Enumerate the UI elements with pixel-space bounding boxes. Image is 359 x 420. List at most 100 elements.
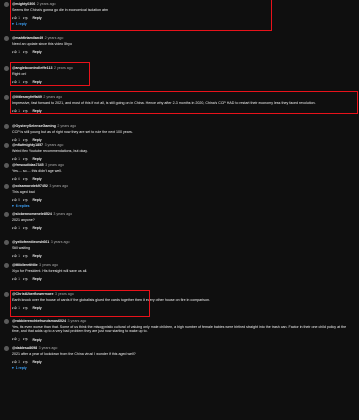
- avatar[interactable]: [4, 163, 9, 168]
- comment-timestamp[interactable]: 3 years ago: [45, 163, 64, 167]
- avatar[interactable]: [4, 184, 9, 189]
- comment-timestamp[interactable]: 3 years ago: [45, 143, 64, 147]
- comment-author[interactable]: @OysterySelenseGaming: [12, 124, 56, 128]
- thumb-up-icon[interactable]: 👍︎: [12, 336, 17, 341]
- avatar[interactable]: [4, 346, 9, 351]
- avatar[interactable]: [4, 143, 9, 148]
- thumb-down-icon[interactable]: 👎︎: [23, 336, 27, 341]
- avatar[interactable]: [4, 292, 9, 297]
- comment-author-line: @OysterySelenseGaming 2 years ago: [12, 124, 353, 128]
- avatar[interactable]: [4, 212, 9, 217]
- comment-text: Weird flex Youtube recommendations, but …: [12, 148, 88, 153]
- comment-author-line: @frescudidas7345 3 years ago: [12, 163, 353, 167]
- comment-item: @cdsamorotek97452 3 years ago This aged ba…: [4, 184, 353, 208]
- comment-actions: 👍︎ 1 👎︎ Reply: [12, 49, 353, 54]
- comment-item: @frescudidas7345 3 years ago Yes.... so...…: [4, 163, 353, 181]
- comment-timestamp[interactable]: 2 years ago: [57, 124, 76, 128]
- like-count: 6: [18, 176, 20, 181]
- reply-button[interactable]: Reply: [32, 138, 41, 142]
- avatar[interactable]: [4, 240, 9, 245]
- thumb-up-icon[interactable]: 👍︎: [12, 253, 17, 258]
- like-count: 1: [18, 253, 20, 258]
- avatar[interactable]: [4, 66, 9, 71]
- avatar[interactable]: [4, 36, 9, 41]
- thumb-up-icon[interactable]: 👍︎: [12, 225, 17, 230]
- comment-author[interactable]: @yellofreedieorsh661: [12, 240, 49, 244]
- avatar[interactable]: [4, 95, 9, 100]
- comment-timestamp[interactable]: 3 years ago: [51, 240, 70, 244]
- comment-author[interactable]: @nflufmighty1857: [12, 143, 43, 147]
- like-count: 3: [18, 359, 20, 364]
- comment-item: @yellofreedieorsh661 3 years ago Still wai…: [4, 240, 353, 258]
- comment-text: Yes, its even worse than that. Some of u…: [12, 324, 347, 334]
- comment-item: @mahfirtamilan49 2 years ago Need an updat…: [4, 36, 353, 54]
- comment-author[interactable]: @slobennomenele8524: [12, 212, 52, 216]
- like-count: 1: [18, 49, 20, 54]
- reply-button[interactable]: Reply: [32, 254, 41, 258]
- reply-button[interactable]: Reply: [32, 198, 41, 202]
- reply-button[interactable]: Reply: [32, 157, 41, 161]
- reply-button[interactable]: Reply: [32, 338, 41, 342]
- thumb-down-icon[interactable]: 👎︎: [23, 156, 27, 161]
- reply-button[interactable]: Reply: [32, 177, 41, 181]
- thumb-down-icon[interactable]: 👎︎: [23, 197, 27, 202]
- comment-author[interactable]: @robbierenchtefrundsmos6024: [12, 319, 66, 323]
- view-replies-button[interactable]: ▾ 6 replies: [12, 204, 353, 208]
- like-count: 1: [18, 276, 20, 281]
- thumb-down-icon[interactable]: 👎︎: [23, 359, 27, 364]
- comment-author[interactable]: @frescudidas7345: [12, 163, 44, 167]
- reply-button[interactable]: Reply: [32, 360, 41, 364]
- avatar[interactable]: [4, 319, 9, 324]
- comment-text: Still waiting: [12, 245, 30, 250]
- chevron-down-icon: ▾: [12, 204, 14, 209]
- replies-count-label: 6 replies: [15, 204, 30, 209]
- comment-text: CCP is still young but as of right now t…: [12, 129, 133, 134]
- highlight-box: [10, 290, 150, 317]
- comment-timestamp[interactable]: 3 years ago: [53, 212, 72, 216]
- thumb-down-icon[interactable]: 👎︎: [23, 276, 27, 281]
- avatar[interactable]: [4, 263, 9, 268]
- thumb-up-icon[interactable]: 👍︎: [12, 276, 17, 281]
- reply-button[interactable]: Reply: [32, 277, 41, 281]
- comment-timestamp[interactable]: 3 years ago: [39, 346, 58, 350]
- comment-timestamp[interactable]: 3 years ago: [68, 319, 87, 323]
- thumb-down-icon[interactable]: 👎︎: [23, 253, 27, 258]
- comment-actions: 👍︎ 6 👎︎ Reply: [12, 176, 353, 181]
- comment-item: @OysterySelenseGaming 2 years ago CCP is s…: [4, 124, 353, 142]
- comment-author[interactable]: @dablesu8698: [12, 346, 37, 350]
- comment-actions: 👍︎ 1 👎︎ Reply: [12, 225, 353, 230]
- like-count: 5: [18, 197, 20, 202]
- thumb-up-icon[interactable]: 👍︎: [12, 137, 17, 142]
- comment-author[interactable]: @cdsamorotek97452: [12, 184, 48, 188]
- thumb-up-icon[interactable]: 👍︎: [12, 197, 17, 202]
- comment-timestamp[interactable]: 3 years ago: [39, 263, 58, 267]
- reply-button[interactable]: Reply: [32, 226, 41, 230]
- comment-author-line: @Mildleretittlie 3 years ago: [12, 263, 353, 267]
- thumb-up-icon[interactable]: 👍︎: [12, 156, 17, 161]
- comment-author[interactable]: @mahfirtamilan49: [12, 36, 43, 40]
- comment-item: @Mildleretittlie 3 years ago Xiyo for Pres…: [4, 263, 353, 281]
- comment-timestamp[interactable]: 3 years ago: [49, 184, 68, 188]
- thumb-up-icon[interactable]: 👍︎: [12, 49, 17, 54]
- avatar[interactable]: [4, 2, 9, 7]
- comment-actions: 👍︎ 2 👎︎ Reply: [12, 336, 353, 342]
- comment-actions: 👍︎ 5 👎︎ Reply: [12, 197, 353, 202]
- thumb-down-icon[interactable]: 👎︎: [23, 225, 27, 230]
- thumb-up-icon[interactable]: 👍︎: [12, 359, 17, 364]
- view-replies-button[interactable]: ▾ 1 reply: [12, 366, 353, 370]
- thumb-up-icon[interactable]: 👍︎: [12, 176, 17, 181]
- reply-button[interactable]: Reply: [32, 50, 41, 54]
- like-count: 1: [18, 137, 20, 142]
- thumb-down-icon[interactable]: 👎︎: [23, 49, 27, 54]
- thumb-down-icon[interactable]: 👎︎: [23, 176, 27, 181]
- comment-actions: 👍︎ 1 👎︎ Reply: [12, 137, 353, 142]
- comment-item: @dablesu8698 3 years ago 2021 after a year…: [4, 346, 353, 370]
- thumb-down-icon[interactable]: 👎︎: [23, 137, 27, 142]
- avatar[interactable]: [4, 124, 9, 129]
- highlight-box: [10, 91, 358, 114]
- comment-item: @nflufmighty1857 3 years ago Weird flex Yo…: [4, 143, 353, 161]
- comment-author[interactable]: @Mildleretittlie: [12, 263, 38, 267]
- replies-count-label: 1 reply: [15, 366, 27, 371]
- highlight-box: [10, 62, 90, 86]
- comment-timestamp[interactable]: 2 years ago: [45, 36, 64, 40]
